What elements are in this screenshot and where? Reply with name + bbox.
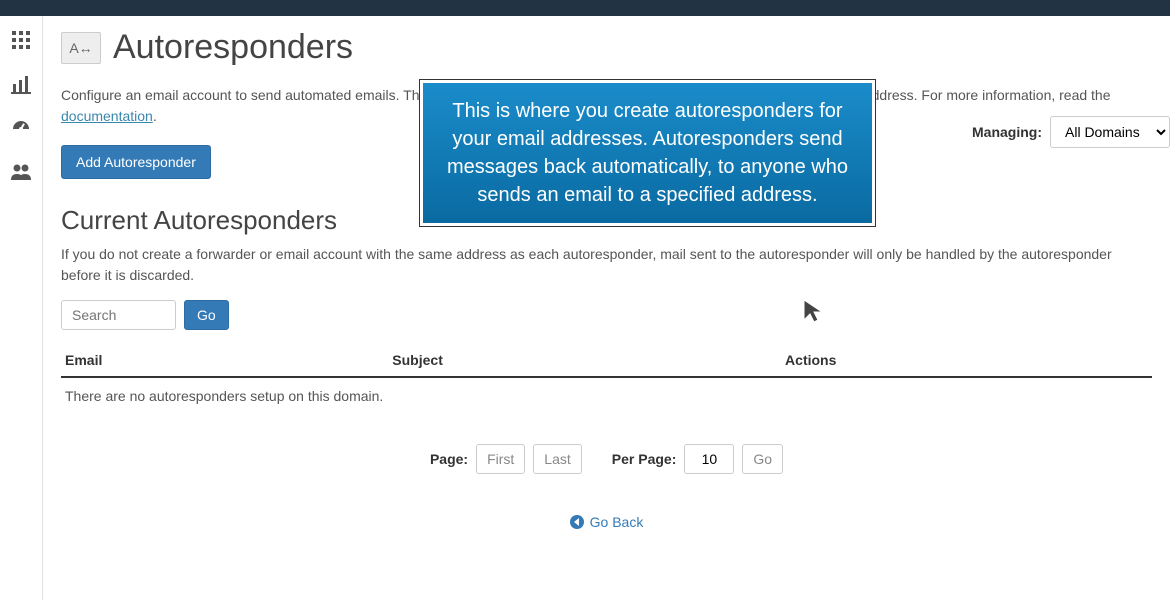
go-back-link[interactable]: Go Back [570, 514, 644, 530]
perpage-input[interactable] [684, 444, 734, 474]
search-go-button[interactable]: Go [184, 300, 229, 330]
autoresponders-table: Email Subject Actions [61, 344, 1152, 378]
managing-label: Managing: [972, 124, 1042, 140]
go-back-label: Go Back [590, 514, 644, 530]
page-group: Page: First Last [430, 444, 582, 474]
documentation-link[interactable]: documentation [61, 108, 153, 124]
last-page-button[interactable]: Last [533, 444, 581, 474]
empty-message: There are no autoresponders setup on thi… [61, 378, 1152, 414]
first-page-button[interactable]: First [476, 444, 525, 474]
topbar [0, 0, 1170, 16]
managing-select[interactable]: All Domains [1050, 116, 1170, 148]
sidebar-dashboard-icon[interactable] [9, 116, 33, 140]
page-label: Page: [430, 451, 468, 467]
sidebar [0, 16, 43, 600]
perpage-label: Per Page: [612, 451, 677, 467]
col-subject: Subject [388, 344, 781, 377]
sidebar-apps-icon[interactable] [9, 28, 33, 52]
col-actions: Actions [781, 344, 1152, 377]
sidebar-users-icon[interactable] [9, 160, 33, 184]
add-autoresponder-button[interactable]: Add Autoresponder [61, 145, 211, 179]
perpage-go-button[interactable]: Go [742, 444, 783, 474]
sidebar-stats-icon[interactable] [9, 72, 33, 96]
page-header: A↔ Autoresponders [61, 28, 1152, 67]
perpage-group: Per Page: Go [612, 444, 783, 474]
col-email: Email [61, 344, 388, 377]
managing-row: Managing: All Domains [972, 116, 1170, 148]
intro-after: . [153, 108, 157, 124]
autoresponder-icon: A↔ [61, 32, 101, 64]
search-input[interactable] [61, 300, 176, 330]
page-title: Autoresponders [113, 28, 353, 67]
goback-row: Go Back [61, 514, 1152, 530]
search-row: Go [61, 300, 1152, 330]
section-desc: If you do not create a forwarder or emai… [61, 244, 1152, 286]
tutorial-tooltip: This is where you create autoresponders … [420, 80, 875, 226]
pager-row: Page: First Last Per Page: Go [61, 444, 1152, 474]
arrow-left-circle-icon [570, 515, 584, 529]
